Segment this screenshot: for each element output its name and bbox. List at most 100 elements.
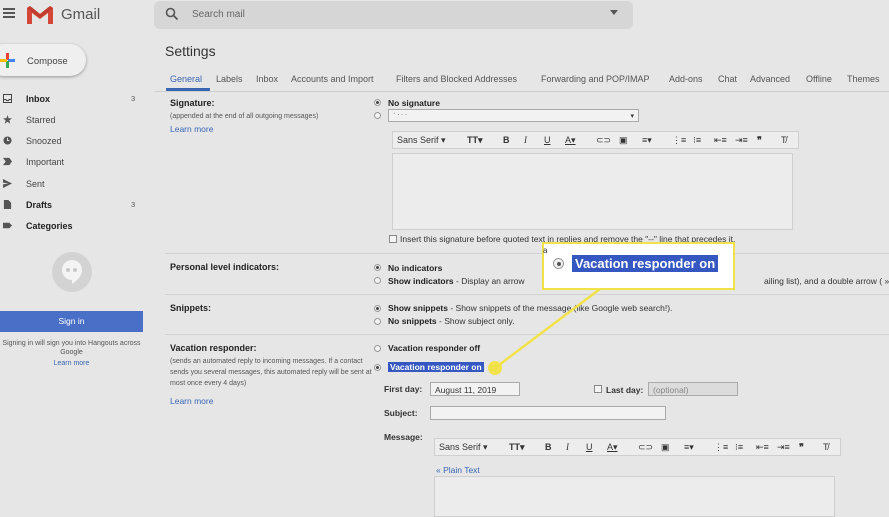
- show-snippets-radio[interactable]: [374, 305, 381, 312]
- last-day-input[interactable]: (optional): [648, 382, 738, 396]
- indent-more-icon[interactable]: ⇥≡: [735, 135, 748, 146]
- first-day-input[interactable]: August 11, 2019: [430, 382, 520, 396]
- select-caret-icon: ▾: [630, 113, 634, 120]
- tab-offline[interactable]: Offline: [806, 74, 832, 84]
- hangouts-learn-more-link[interactable]: Learn more: [0, 360, 143, 367]
- last-day-label: Last day:: [606, 385, 644, 395]
- indicators-title: Personal level indicators:: [170, 262, 280, 272]
- signature-account-select[interactable]: · . . . ▾: [388, 109, 639, 122]
- draft-icon: [3, 200, 12, 209]
- search-icon[interactable]: [165, 7, 179, 23]
- message-editor[interactable]: [434, 476, 835, 517]
- sidebar-item-label: Important: [26, 157, 65, 167]
- clock-icon: [3, 136, 12, 145]
- callout-radio-icon: [553, 258, 564, 269]
- insert-signature-checkbox[interactable]: [389, 235, 397, 243]
- quote-icon[interactable]: ❞: [799, 442, 804, 453]
- no-indicators-radio[interactable]: [374, 264, 381, 271]
- underline-button[interactable]: U: [586, 442, 593, 452]
- no-indicators-label: No indicators: [388, 263, 443, 273]
- align-icon[interactable]: ≡▾: [642, 135, 652, 146]
- hangouts-info-text: Signing in will sign you into Hangouts a…: [2, 340, 141, 356]
- clear-formatting-icon[interactable]: T̸: [781, 135, 787, 145]
- sidebar-item-sent[interactable]: Sent: [0, 175, 145, 193]
- tab-accounts-and-import[interactable]: Accounts and Import: [291, 74, 374, 84]
- search-options-icon[interactable]: [610, 10, 618, 15]
- main-menu-icon[interactable]: [3, 8, 15, 18]
- link-icon[interactable]: ⊂⊃: [596, 135, 611, 146]
- text-color-button[interactable]: A▾: [607, 442, 618, 453]
- tab-general[interactable]: General: [170, 74, 202, 84]
- star-icon: [3, 115, 12, 124]
- tab-inbox[interactable]: Inbox: [256, 74, 278, 84]
- tab-forwarding-and-pop-imap[interactable]: Forwarding and POP/IMAP: [541, 74, 650, 84]
- vacation-title: Vacation responder:: [170, 343, 257, 353]
- no-snippets-radio[interactable]: [374, 318, 381, 325]
- font-family-select[interactable]: Sans Serif ▾: [439, 442, 488, 453]
- tab-labels[interactable]: Labels: [216, 74, 243, 84]
- vacation-learn-more-link[interactable]: Learn more: [170, 396, 213, 406]
- vacation-on-radio[interactable]: [374, 364, 381, 371]
- search-placeholder: Search mail: [192, 9, 245, 20]
- page-title: Settings: [165, 43, 216, 59]
- sidebar-item-starred[interactable]: Starred: [0, 111, 145, 129]
- gmail-logo-icon[interactable]: [26, 5, 54, 27]
- link-icon[interactable]: ⊂⊃: [638, 442, 653, 453]
- subject-input[interactable]: [430, 406, 666, 420]
- bold-button[interactable]: B: [503, 135, 510, 145]
- font-size-select[interactable]: TT▾: [467, 135, 483, 146]
- sidebar-item-inbox[interactable]: Inbox 3: [0, 90, 145, 108]
- clear-formatting-icon[interactable]: T̸: [823, 442, 829, 452]
- tab-filters-and-blocked-addresses[interactable]: Filters and Blocked Addresses: [396, 74, 517, 84]
- sidebar-item-important[interactable]: Important: [0, 153, 145, 171]
- tab-advanced[interactable]: Advanced: [750, 74, 790, 84]
- indent-more-icon[interactable]: ⇥≡: [777, 442, 790, 453]
- sidebar-item-categories[interactable]: Categories: [0, 217, 145, 235]
- sidebar-item-drafts[interactable]: Drafts 3: [0, 196, 145, 214]
- compose-plus-icon: [0, 53, 15, 68]
- section-divider: [165, 334, 889, 335]
- quote-icon[interactable]: ❞: [757, 135, 762, 146]
- snippets-title: Snippets:: [170, 303, 212, 313]
- italic-button[interactable]: I: [566, 442, 569, 452]
- message-label: Message:: [384, 432, 423, 442]
- underline-button[interactable]: U: [544, 135, 551, 145]
- tab-themes[interactable]: Themes: [847, 74, 880, 84]
- no-snippets-label: No snippets - Show subject only.: [388, 316, 515, 326]
- image-icon[interactable]: ▣: [619, 135, 628, 146]
- show-indicators-radio[interactable]: [374, 277, 381, 284]
- indent-less-icon[interactable]: ⇤≡: [756, 442, 769, 453]
- last-day-checkbox[interactable]: [594, 385, 602, 393]
- no-signature-label: No signature: [388, 98, 440, 108]
- signin-label: Sign in: [58, 316, 85, 326]
- text-color-button[interactable]: A▾: [565, 135, 576, 146]
- numbered-list-icon[interactable]: ⋮≡: [672, 135, 686, 146]
- bulleted-list-icon[interactable]: ⁝≡: [693, 135, 701, 146]
- bold-button[interactable]: B: [545, 442, 552, 452]
- signature-learn-more-link[interactable]: Learn more: [170, 124, 213, 134]
- signature-radio[interactable]: [374, 112, 381, 119]
- sidebar-item-label: Categories: [26, 221, 73, 231]
- indent-less-icon[interactable]: ⇤≡: [714, 135, 727, 146]
- image-icon[interactable]: ▣: [661, 442, 670, 453]
- vacation-on-label[interactable]: Vacation responder on: [388, 362, 484, 372]
- tab-chat[interactable]: Chat: [718, 74, 737, 84]
- sidebar-item-snoozed[interactable]: Snoozed: [0, 132, 145, 150]
- font-size-select[interactable]: TT▾: [509, 442, 525, 453]
- italic-button[interactable]: I: [524, 135, 527, 145]
- vacation-off-radio[interactable]: [374, 345, 381, 352]
- inbox-icon: [3, 94, 12, 103]
- signature-editor-toolbar: Sans Serif ▾ TT▾ B I U A▾ ⊂⊃ ▣ ≡▾ ⋮≡ ⁝≡ …: [392, 131, 799, 149]
- send-icon: [3, 179, 12, 188]
- plain-text-link[interactable]: « Plain Text: [436, 465, 480, 475]
- tab-add-ons[interactable]: Add-ons: [669, 74, 703, 84]
- sidebar-item-label: Snoozed: [26, 136, 62, 146]
- sidebar-item-label: Drafts: [26, 200, 53, 210]
- align-icon[interactable]: ≡▾: [684, 442, 694, 453]
- font-family-select[interactable]: Sans Serif ▾: [397, 135, 446, 146]
- signature-editor[interactable]: [392, 153, 793, 230]
- no-signature-radio[interactable]: [374, 99, 381, 106]
- signature-description: (appended at the end of all outgoing mes…: [170, 113, 319, 120]
- numbered-list-icon[interactable]: ⋮≡: [714, 442, 728, 453]
- bulleted-list-icon[interactable]: ⁝≡: [735, 442, 743, 453]
